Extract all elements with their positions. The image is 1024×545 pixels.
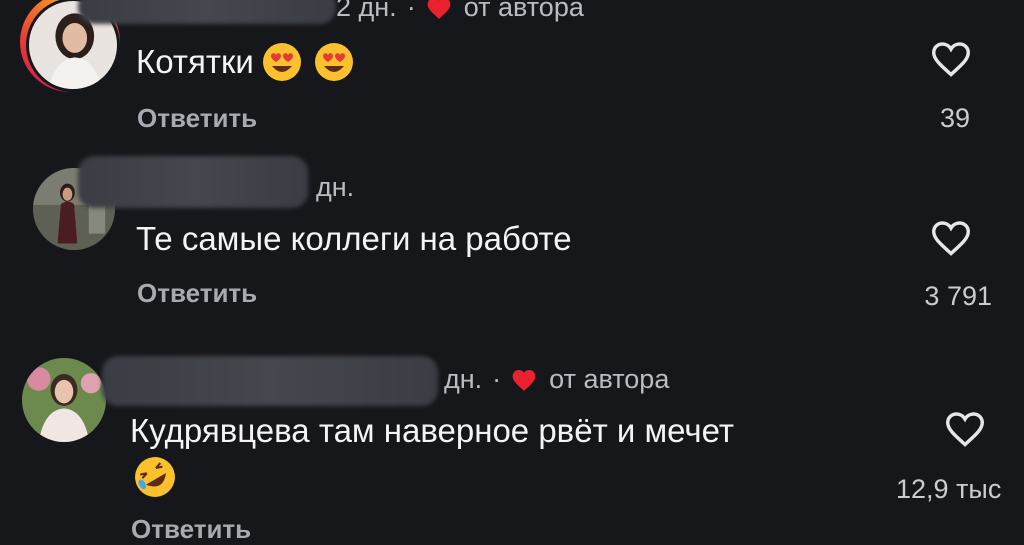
like-count: 39 xyxy=(939,103,970,133)
comment-meta: дн. xyxy=(316,172,354,203)
reply-button[interactable]: Ответить xyxy=(131,514,251,545)
heart-eyes-emoji-icon xyxy=(262,43,301,81)
comment-time: 2 дн. xyxy=(336,0,397,22)
username-redacted[interactable] xyxy=(102,356,438,406)
like-heart-icon[interactable] xyxy=(944,410,986,448)
like-count: 12,9 тыс xyxy=(896,474,1002,504)
avatar[interactable] xyxy=(22,358,106,442)
comment-time: дн. xyxy=(444,364,483,394)
comment-text: Котятки xyxy=(136,42,354,82)
author-liked-heart-icon xyxy=(427,0,451,19)
username-redacted[interactable] xyxy=(78,156,308,208)
comment-meta: 2 дн. · от автора xyxy=(336,0,584,23)
like-heart-icon[interactable] xyxy=(930,219,972,257)
username-redacted[interactable] xyxy=(78,0,336,24)
heart-eyes-emoji-icon xyxy=(314,43,353,81)
reply-button[interactable]: Ответить xyxy=(137,103,257,134)
comment-text: Те самые коллеги на работе xyxy=(136,220,572,257)
like-heart-icon[interactable] xyxy=(930,40,972,78)
rofl-emoji-icon xyxy=(135,457,175,497)
author-liked-heart-icon xyxy=(512,369,536,391)
like-count: 3 791 xyxy=(924,281,992,311)
comment-meta: дн. · от автора xyxy=(444,364,670,394)
comment-text: Кудрявцева там наверное рвёт и мечет xyxy=(130,412,734,449)
comment-time: дн. xyxy=(316,172,355,202)
reply-button[interactable]: Ответить xyxy=(137,278,257,309)
author-liked-label: от автора xyxy=(549,364,670,394)
author-liked-label: от автора xyxy=(463,0,584,22)
